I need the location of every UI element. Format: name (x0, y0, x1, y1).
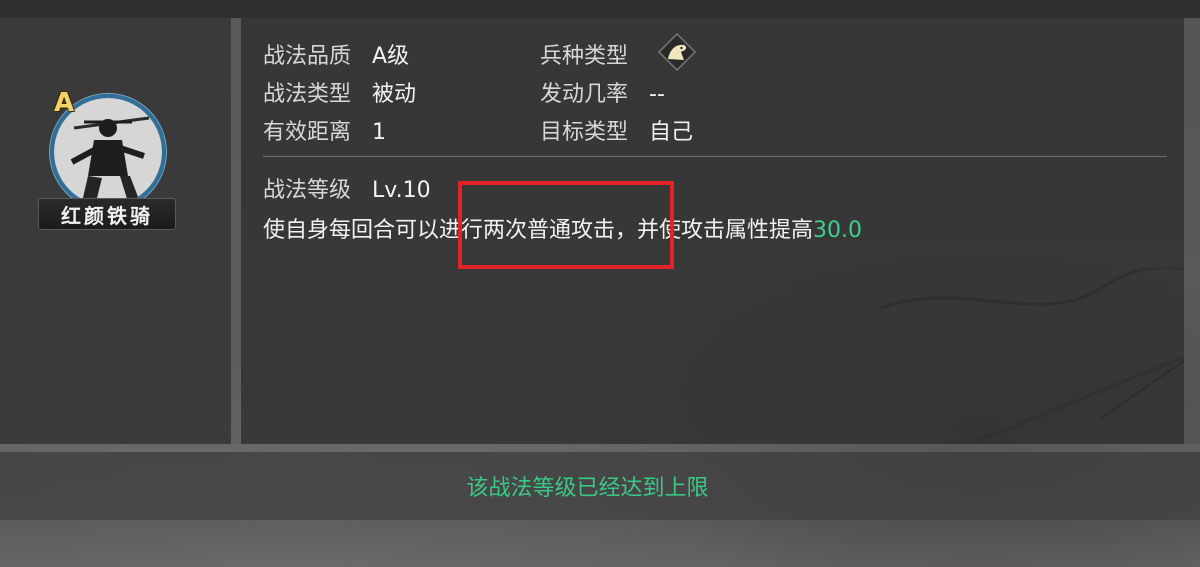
description-highlight-value: 30.0 (813, 218, 862, 243)
troop-row: 兵种类型 (540, 38, 628, 70)
bottom-background (0, 520, 1200, 567)
skill-icon-panel (0, 18, 231, 444)
range-value: 1 (372, 120, 387, 145)
level-label: 战法等级 (263, 178, 352, 203)
skill-icon[interactable]: A 红颜铁骑 (38, 88, 176, 230)
panel-edge (1184, 18, 1200, 444)
target-row: 目标类型 自己 (540, 114, 693, 146)
bottom-divider (0, 444, 1200, 452)
target-label: 目标类型 (540, 120, 629, 145)
type-value: 被动 (372, 82, 417, 107)
range-row: 有效距离 1 (263, 114, 386, 146)
trigger-label: 发动几率 (540, 82, 629, 107)
quality-label: 战法品质 (263, 44, 352, 69)
section-divider (263, 156, 1167, 157)
max-level-message: 该战法等级已经达到上限 (466, 476, 709, 501)
type-label: 战法类型 (263, 82, 352, 107)
horse-head-icon (657, 32, 697, 72)
level-row: 战法等级 Lv.10 (263, 172, 431, 204)
trigger-value: -- (649, 82, 665, 107)
panel-divider (231, 18, 241, 444)
range-label: 有效距离 (263, 120, 352, 145)
quality-row: 战法品质 A级 (263, 38, 409, 70)
skill-grade-badge: A (54, 88, 75, 118)
quality-value: A级 (372, 44, 410, 69)
background-sketch (880, 268, 1184, 444)
trigger-row: 发动几率 -- (540, 76, 665, 108)
skill-name: 红颜铁骑 (38, 198, 176, 230)
type-row: 战法类型 被动 (263, 76, 416, 108)
top-strip (0, 0, 1200, 18)
troop-label: 兵种类型 (540, 44, 629, 69)
target-value: 自己 (649, 120, 694, 145)
level-value: Lv.10 (372, 178, 431, 203)
annotation-highlight-box (458, 181, 674, 269)
